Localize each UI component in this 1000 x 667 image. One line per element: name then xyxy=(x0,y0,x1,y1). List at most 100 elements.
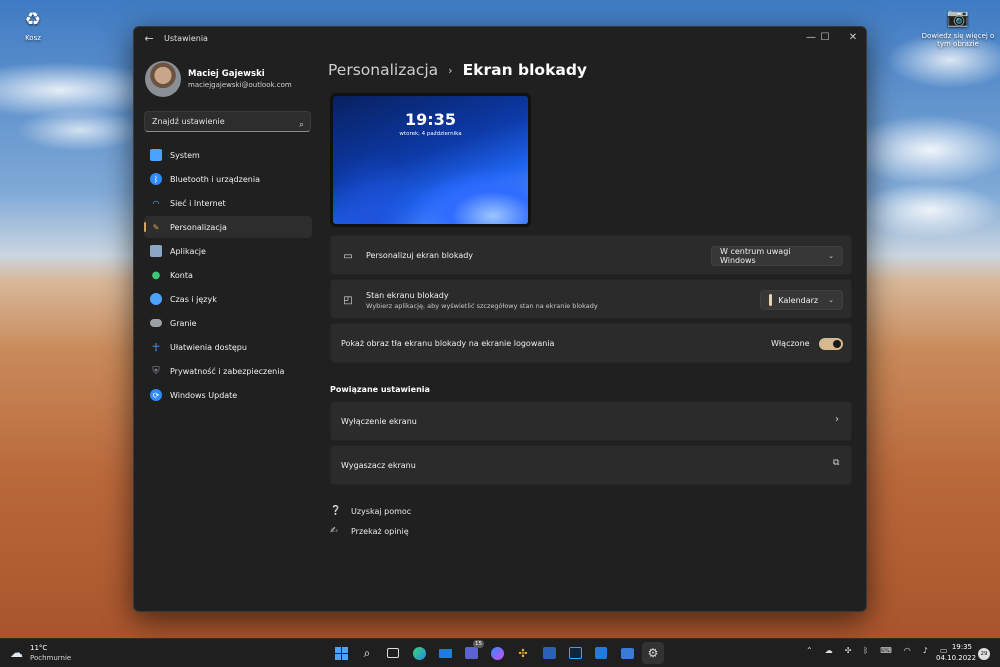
camera-icon: 📷 xyxy=(946,6,970,28)
personalize-title: Personalizuj ekran blokady xyxy=(366,251,474,260)
sidebar-item-label: Czas i język xyxy=(170,294,217,304)
show-background-toggle[interactable] xyxy=(819,338,843,350)
sidebar-item-label: Ułatwienia dostępu xyxy=(170,342,247,352)
teams-button[interactable]: 15 xyxy=(460,640,484,664)
external-link-icon: ⧉ xyxy=(833,458,840,468)
bluetooth-tray-icon[interactable]: ᛒ xyxy=(863,646,868,655)
chevron-up-icon[interactable]: ⌃ xyxy=(806,646,813,655)
show-background-card: Pokaż obraz tła ekranu blokady na ekrani… xyxy=(330,323,852,363)
wifi-tray-icon[interactable]: ◠ xyxy=(904,646,911,655)
weather-temperature[interactable]: 11°C xyxy=(30,644,47,652)
gamepad-icon xyxy=(150,319,162,327)
title-bar: ← Ustawienia — ☐ ✕ xyxy=(134,27,866,51)
trello-button[interactable] xyxy=(590,642,612,664)
spotlight-shortcut[interactable]: 📷 Dowiedz się więcej o tym obrazie xyxy=(920,4,996,49)
sidebar-item-label: System xyxy=(170,150,200,160)
person-icon: ● xyxy=(151,269,161,281)
feedback-link[interactable]: ✍ Przekaż opinię xyxy=(330,526,409,536)
feedback-label: Przekaż opinię xyxy=(351,526,409,536)
brush-icon: ✎ xyxy=(152,222,160,232)
personalize-dropdown[interactable]: W centrum uwagi Windows ⌄ xyxy=(711,246,843,266)
sidebar-item-network[interactable]: ◠ Sieć i Internet xyxy=(144,192,312,214)
window-title: Ustawienia xyxy=(164,34,208,43)
teams-icon xyxy=(464,647,478,659)
slack-button[interactable]: ✣ xyxy=(512,642,534,664)
personalize-value: W centrum uwagi Windows xyxy=(720,247,791,265)
screen-saver-label: Wygaszacz ekranu xyxy=(341,461,416,470)
sidebar-item-apps[interactable]: Aplikacje xyxy=(144,240,312,262)
sidebar-item-accounts[interactable]: ● Konta xyxy=(144,264,312,286)
mail-button[interactable] xyxy=(434,642,456,664)
profile-email: maciejgajewski@outlook.com xyxy=(188,81,292,89)
sidebar-item-label: Bluetooth i urządzenia xyxy=(170,174,260,184)
status-dropdown[interactable]: Kalendarz ⌄ xyxy=(760,290,843,310)
settings-window: ← Ustawienia — ☐ ✕ Maciej Gajewski macie… xyxy=(133,26,867,612)
windows-logo-icon xyxy=(334,646,348,660)
clock-date[interactable]: 04.10.2022 xyxy=(936,654,976,662)
lock-screen-icon: ▭ xyxy=(343,250,353,262)
screen-timeout-label: Wyłączenie ekranu xyxy=(341,417,417,426)
search-input[interactable]: Znajdź ustawienie ⌕ xyxy=(144,111,311,132)
remote-desktop-button[interactable] xyxy=(616,642,638,664)
spotlight-label: Dowiedz się więcej o tym obrazie xyxy=(921,32,995,48)
sidebar-item-personalization[interactable]: ✎ Personalizacja xyxy=(144,216,312,238)
monitor-icon xyxy=(150,149,162,161)
sidebar-item-label: Windows Update xyxy=(170,390,238,400)
cloud-tray-icon[interactable]: ☁ xyxy=(825,646,833,655)
teams-badge: 15 xyxy=(473,640,484,648)
sidebar-item-accessibility[interactable]: ☥ Ułatwienia dostępu xyxy=(144,336,312,358)
sidebar-item-gaming[interactable]: Granie xyxy=(144,312,312,334)
breadcrumb-parent[interactable]: Personalizacja xyxy=(328,61,438,79)
task-view-button[interactable] xyxy=(382,642,404,664)
start-button[interactable] xyxy=(330,642,352,664)
search-icon: ⌕ xyxy=(298,120,304,130)
back-button[interactable]: ← xyxy=(142,32,156,46)
edge-icon xyxy=(412,646,426,660)
word-button[interactable] xyxy=(538,642,560,664)
trello-icon xyxy=(595,647,607,659)
keyboard-icon[interactable]: ⌨ xyxy=(880,646,892,655)
preview-date: wtorek, 4 października xyxy=(399,131,462,137)
slack-icon: ✣ xyxy=(518,646,528,660)
sidebar-item-time-language[interactable]: Czas i język xyxy=(144,288,312,310)
toggle-knob xyxy=(833,340,841,348)
search-button[interactable]: ⌕ xyxy=(356,642,378,664)
chevron-down-icon: ⌄ xyxy=(828,296,834,304)
page-title: Ekran blokady xyxy=(462,61,588,79)
get-help-link[interactable]: ❔ Uzyskaj pomoc xyxy=(330,506,411,516)
slack-tray-icon[interactable]: ✣ xyxy=(845,646,852,655)
settings-taskbar-button[interactable]: ⚙ xyxy=(642,642,664,664)
chevron-down-icon: ⌄ xyxy=(828,252,834,260)
related-settings-title: Powiązane ustawienia xyxy=(330,385,430,394)
breadcrumb: Personalizacja › Ekran blokady xyxy=(328,61,587,79)
taskbar: ☁ 11°C Pochmurnie ⌕ 15 ✣ ⚙ ⌃ ☁ ✣ ᛒ ⌨ ◠ ♪… xyxy=(0,638,1000,667)
cloud-icon: ☁ xyxy=(10,646,23,661)
edge-button[interactable] xyxy=(408,642,430,664)
lock-screen-status-card: ◰ Stan ekranu blokady Wybierz aplikację,… xyxy=(330,279,852,319)
messenger-icon xyxy=(490,646,504,660)
bluetooth-icon: ᛒ xyxy=(150,173,162,185)
notifications-badge[interactable]: 29 xyxy=(978,648,990,660)
sidebar-item-privacy[interactable]: ⛨ Prywatność i zabezpieczenia xyxy=(144,360,312,382)
messenger-button[interactable] xyxy=(486,642,508,664)
recycle-bin-icon: ♻ xyxy=(24,8,42,30)
clock-time[interactable]: 19:35 xyxy=(946,643,972,651)
sidebar-item-system[interactable]: System xyxy=(144,144,312,166)
lock-screen-preview: 19:35 wtorek, 4 października xyxy=(330,93,531,227)
close-button[interactable]: ✕ xyxy=(840,29,866,47)
apps-icon xyxy=(150,245,162,257)
wifi-icon: ◠ xyxy=(152,198,160,208)
avatar[interactable] xyxy=(145,61,181,97)
volume-icon[interactable]: ♪ xyxy=(923,646,928,655)
screen-timeout-row[interactable]: Wyłączenie ekranu › xyxy=(330,401,852,441)
sidebar-item-label: Konta xyxy=(170,270,193,280)
maximize-button[interactable]: ☐ xyxy=(812,29,838,47)
photoshop-button[interactable] xyxy=(564,642,586,664)
sidebar-item-windows-update[interactable]: ⟳ Windows Update xyxy=(144,384,312,406)
recycle-bin-shortcut[interactable]: ♻ Kosz xyxy=(18,6,48,43)
weather-description[interactable]: Pochmurnie xyxy=(30,654,71,662)
screen-saver-row[interactable]: Wygaszacz ekranu ⧉ xyxy=(330,445,852,485)
sidebar-item-bluetooth[interactable]: ᛒ Bluetooth i urządzenia xyxy=(144,168,312,190)
help-icon: ❔ xyxy=(330,506,342,516)
search-icon: ⌕ xyxy=(363,645,371,660)
